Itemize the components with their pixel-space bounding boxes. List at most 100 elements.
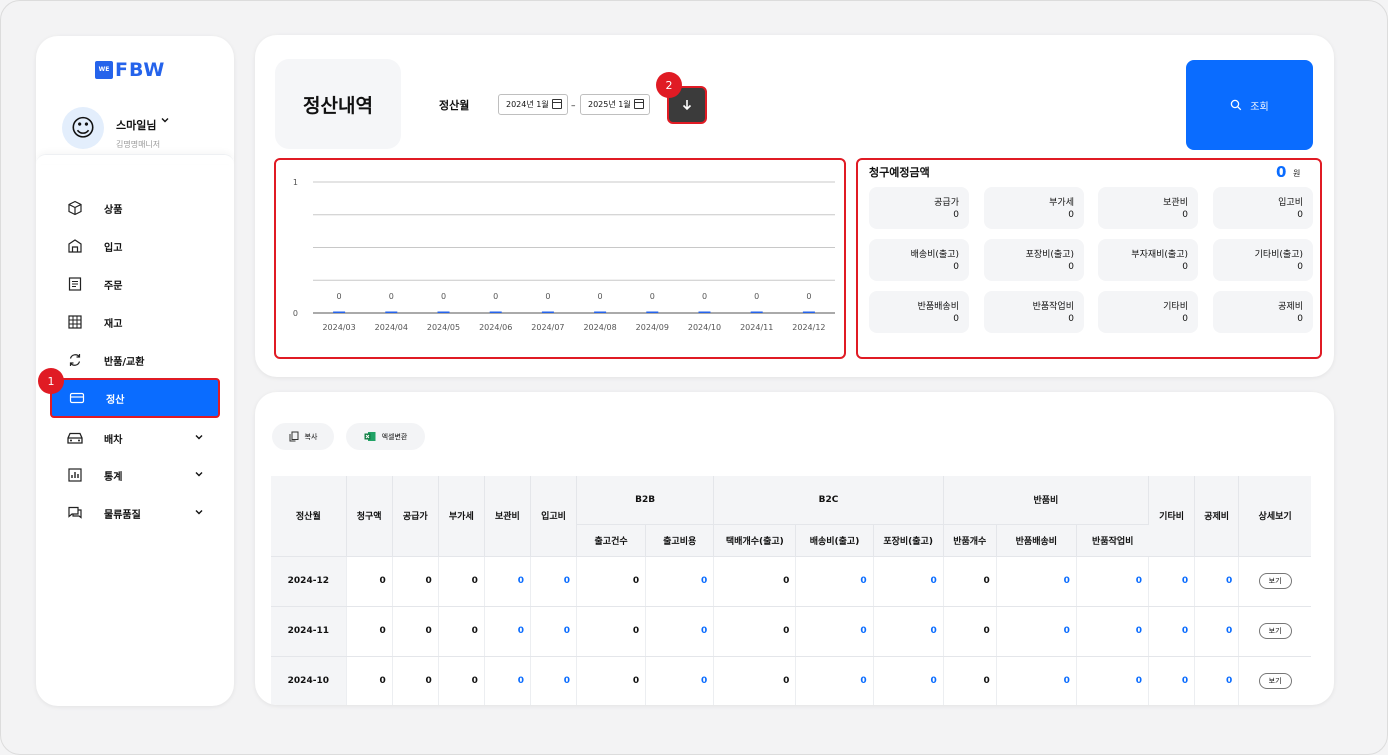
view-detail-button[interactable]: 보기 — [1258, 623, 1292, 639]
sidebar-item-quality[interactable]: 물류품질 — [50, 493, 220, 533]
sidebar-item-label: 입고 — [104, 242, 123, 254]
chevron-down-icon[interactable] — [194, 431, 204, 445]
sidebar-item-label: 주문 — [104, 280, 123, 292]
profile[interactable]: ☺ 스마일님 김명명매니저 — [62, 107, 212, 151]
y-tick-label: 0 — [293, 309, 298, 318]
chart-bar — [646, 311, 659, 313]
table-cell[interactable]: 0 — [795, 556, 874, 607]
col-header: 포장비(출고) — [873, 524, 944, 557]
table-cell: 0 — [713, 556, 797, 607]
sidebar-item-label: 배차 — [104, 434, 123, 446]
table-cell: 0 — [943, 606, 997, 657]
y-tick-label: 1 — [293, 178, 298, 187]
table-cell[interactable]: 0 — [873, 656, 944, 705]
amount-tile: 공급가 0 — [869, 187, 969, 229]
amount-tile-value: 0 — [1182, 262, 1188, 272]
table-cell[interactable]: 0 — [484, 556, 531, 607]
table-cell[interactable]: 0 — [795, 656, 874, 705]
sidebar-item-returns[interactable]: 반품/교환 — [50, 340, 220, 380]
table-cell[interactable]: 0 — [1076, 556, 1150, 607]
amount-tile-value: 0 — [1068, 262, 1074, 272]
sidebar-item-label: 물류품질 — [104, 509, 141, 521]
table-cell[interactable]: 0 — [530, 606, 578, 657]
sidebar-item-product[interactable]: 상품 — [50, 188, 220, 228]
table-cell[interactable]: 0 — [530, 656, 578, 705]
view-detail-button[interactable]: 보기 — [1258, 573, 1292, 589]
refresh-icon — [66, 351, 84, 369]
chart-icon — [66, 466, 84, 484]
table-cell[interactable]: 0 — [996, 556, 1077, 607]
x-tick-label: 2024/05 — [427, 323, 460, 332]
col-header: 택배개수(출고) — [713, 524, 797, 557]
table-cell[interactable]: 0 — [530, 556, 578, 607]
table-cell[interactable]: 0 — [873, 606, 944, 657]
table-cell[interactable]: 0 — [645, 606, 715, 657]
chevron-down-icon[interactable] — [194, 468, 204, 482]
chevron-down-icon[interactable] — [160, 114, 170, 128]
view-detail-button[interactable]: 보기 — [1258, 673, 1292, 689]
excel-label: 엑셀변환 — [381, 432, 408, 441]
x-tick-label: 2024/06 — [479, 323, 512, 332]
table-cell[interactable]: 0 — [484, 656, 531, 705]
sidebar-item-stock[interactable]: 재고 — [50, 302, 220, 342]
calendar-icon[interactable] — [552, 99, 562, 109]
calendar-icon[interactable] — [634, 99, 644, 109]
x-tick-label: 2024/07 — [531, 323, 564, 332]
table-cell[interactable]: 0 — [645, 656, 715, 705]
table-cell[interactable]: 0 — [1194, 606, 1240, 657]
col-header: 부가세 — [438, 476, 485, 557]
table-cell[interactable]: 0 — [1148, 556, 1196, 607]
amount-tile-value: 0 — [1068, 314, 1074, 324]
table-cell[interactable]: 0 — [996, 656, 1077, 705]
table-cell[interactable]: 0 — [484, 606, 531, 657]
sidebar-item-stats[interactable]: 통계 — [50, 455, 220, 495]
cell-detail: 보기 — [1238, 656, 1311, 705]
brand-logo[interactable]: WE FBW — [95, 59, 165, 81]
x-tick-label: 2024/11 — [740, 323, 773, 332]
date-to-input[interactable]: 2025년 1월 — [580, 94, 650, 115]
table-cell: 0 — [392, 556, 439, 607]
amount-tile: 부가세 0 — [984, 187, 1084, 229]
excel-button[interactable]: 엑셀변환 — [346, 423, 425, 450]
search-button[interactable]: 조회 — [1186, 60, 1313, 150]
amount-tile-label: 기타비 — [1163, 302, 1188, 312]
logo-text: FBW — [115, 59, 166, 81]
sidebar-item-settlement[interactable]: 정산 — [50, 378, 220, 418]
logo-mark-icon: WE — [95, 61, 113, 79]
table-cell[interactable]: 0 — [1194, 556, 1240, 607]
col-header: 배송비(출고) — [795, 524, 874, 557]
settlement-summary-panel: 정산내역 정산월 2024년 1월 – 2025년 1월 조회 1 0 0 2024/… — [255, 35, 1334, 377]
table-cell[interactable]: 0 — [645, 556, 715, 607]
amount-tile: 부자재비(출고) 0 — [1098, 239, 1198, 281]
table-cell[interactable]: 0 — [1148, 656, 1196, 705]
sidebar-item-order[interactable]: 주문 — [50, 264, 220, 304]
table-cell: 0 — [713, 606, 797, 657]
amount-tile: 기타비(출고) 0 — [1213, 239, 1313, 281]
sidebar-item-label: 정산 — [106, 394, 125, 406]
warehouse-icon — [66, 237, 84, 255]
date-from-input[interactable]: 2024년 1월 — [498, 94, 568, 115]
data-label: 0 — [598, 292, 603, 301]
chevron-down-icon[interactable] — [194, 506, 204, 520]
table-cell: 0 — [943, 556, 997, 607]
col-header: 출고건수 — [576, 524, 647, 557]
copy-button[interactable]: 복사 — [272, 423, 334, 450]
amount-tile-label: 보관비 — [1163, 198, 1188, 208]
table-cell[interactable]: 0 — [996, 606, 1077, 657]
sidebar-item-dispatch[interactable]: 배차 — [50, 418, 220, 458]
table-cell: 0 — [392, 606, 439, 657]
table-cell[interactable]: 0 — [795, 606, 874, 657]
table-cell[interactable]: 0 — [1076, 656, 1150, 705]
x-tick-label: 2024/10 — [688, 323, 721, 332]
sidebar-item-inbound[interactable]: 입고 — [50, 226, 220, 266]
table-cell[interactable]: 0 — [1148, 606, 1196, 657]
col-header: 반품개수 — [943, 524, 997, 557]
table-cell[interactable]: 0 — [1194, 656, 1240, 705]
table-cell[interactable]: 0 — [1076, 606, 1150, 657]
table-cell[interactable]: 0 — [873, 556, 944, 607]
date-range-separator: – — [571, 101, 576, 111]
settlement-table: 정산월 청구액 공급가 부가세 보관비 입고비 B2B B2C 반품비 기타비 … — [271, 476, 1311, 705]
data-label: 0 — [650, 292, 655, 301]
table-cell: 0 — [576, 556, 647, 607]
x-tick-label: 2024/09 — [636, 323, 669, 332]
